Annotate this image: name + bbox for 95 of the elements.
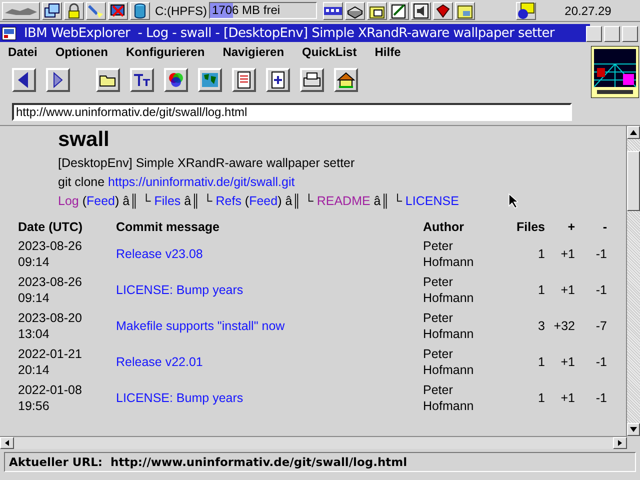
description: [DesktopEnv] Simple XRandR-aware wallpaper setter	[58, 155, 356, 172]
flashlight-icon[interactable]	[86, 2, 106, 20]
logo-picture-icon	[590, 44, 640, 99]
clock: 20.27.29	[564, 4, 612, 18]
commit-link[interactable]: LICENSE: Bump years	[116, 391, 244, 405]
add-page-icon[interactable]	[266, 68, 290, 92]
date-cell-text: 2022-01-21 20:14	[18, 346, 83, 379]
nav-link[interactable]: Feed	[86, 194, 115, 208]
color-wheel-icon[interactable]	[164, 68, 188, 92]
separator: ) â║ └	[115, 194, 152, 208]
minimize-button[interactable]	[604, 26, 620, 42]
column-header: +	[566, 219, 575, 236]
commit-link[interactable]: Release v23.08	[116, 247, 203, 261]
deletions-cell-text: -7	[594, 318, 607, 335]
lock-icon[interactable]	[64, 2, 84, 20]
font-icon[interactable]	[130, 68, 154, 92]
nav-link[interactable]: Refs	[216, 194, 242, 208]
separator: â║ └	[372, 194, 403, 208]
hide-button[interactable]	[586, 26, 602, 42]
clone-link[interactable]: https://uninformativ.de/git/swall.git	[108, 175, 295, 189]
menu-item[interactable]: Hilfe	[374, 45, 401, 59]
column-header: Author	[423, 219, 465, 236]
nav-link[interactable]: LICENSE	[405, 194, 459, 208]
window-title: IBM WebExplorer - Log - swall - [DesktopEnv] Simple XRandR-aware wallpaper setter	[24, 26, 554, 40]
drive-label: C:(HPFS)	[155, 4, 207, 18]
nav-link[interactable]: Files	[154, 194, 181, 208]
vertical-scrollbar[interactable]	[626, 126, 640, 436]
author-cell-text: Peter Hofmann	[423, 310, 475, 343]
drive-icon[interactable]	[345, 2, 365, 20]
separator: â║ └	[183, 194, 214, 208]
globe-icon[interactable]	[198, 68, 222, 92]
windows-icon[interactable]	[42, 2, 62, 20]
status-bar: Aktueller URL: http://www.uninformativ.de/git/swall/log.html	[4, 452, 636, 472]
maximize-button[interactable]	[622, 26, 638, 42]
files-cell-text: 1	[537, 282, 545, 299]
disk-space-label: 1706 MB frei	[211, 3, 280, 17]
date-cell-text: 2023-08-26 09:14	[18, 238, 83, 271]
column-header: -	[575, 218, 607, 236]
nav-link[interactable]: Log	[58, 194, 79, 208]
menu-item[interactable]: Optionen	[55, 45, 108, 59]
files-cell-text: 3	[537, 318, 545, 335]
document-icon[interactable]	[232, 68, 256, 92]
files-cell-text: 1	[537, 390, 545, 407]
menu-item[interactable]: QuickList	[302, 45, 357, 59]
speaker-icon[interactable]	[411, 2, 431, 20]
separator: (	[81, 194, 86, 208]
window-icon[interactable]	[2, 26, 16, 40]
clone-label: git clone	[58, 175, 105, 189]
menu-item[interactable]: Navigieren	[222, 45, 284, 59]
nav-link[interactable]: README	[316, 194, 370, 208]
files-cell-text: 1	[537, 354, 545, 371]
folder-icon[interactable]	[96, 68, 120, 92]
deletions-cell-text: -1	[594, 246, 607, 263]
shredder-icon[interactable]	[433, 2, 453, 20]
additions-cell-text: +1	[560, 282, 575, 299]
keyboard-icon[interactable]	[323, 2, 343, 20]
deletions-cell-text: -1	[594, 282, 607, 299]
files-cell-text: 1	[537, 246, 545, 263]
additions-cell-text: +1	[560, 390, 575, 407]
commit-link[interactable]: Makefile supports "install" now	[116, 319, 285, 333]
author-cell-text: Peter Hofmann	[423, 238, 475, 271]
column-header: Date (UTC)	[18, 219, 84, 236]
additions-cell-text: +32	[552, 318, 575, 335]
column-header: Commit message	[116, 218, 423, 236]
info-icon[interactable]	[516, 2, 536, 20]
nav-link[interactable]: Feed	[249, 194, 278, 208]
author-cell-text: Peter Hofmann	[423, 346, 475, 379]
deletions-cell-text: -1	[594, 390, 607, 407]
home-icon[interactable]	[334, 68, 358, 92]
logo-icon[interactable]	[2, 2, 40, 20]
page-heading: swall	[58, 127, 110, 153]
separator: (	[244, 194, 250, 208]
deletions-cell-text: -1	[594, 354, 607, 371]
additions-cell-text: +1	[560, 354, 575, 371]
menu-item[interactable]: Konfigurieren	[126, 45, 205, 59]
menu-item[interactable]: Datei	[8, 45, 38, 59]
author-cell-text: Peter Hofmann	[423, 382, 475, 415]
edit-icon[interactable]	[389, 2, 409, 20]
commit-link[interactable]: Release v22.01	[116, 355, 203, 369]
mouse-pointer-icon	[508, 193, 518, 209]
address-field[interactable]: http://www.uninformativ.de/git/swall/log.html	[12, 103, 572, 121]
folder-icon[interactable]	[367, 2, 387, 20]
author-cell-text: Peter Hofmann	[423, 274, 475, 307]
folder-icon[interactable]	[455, 2, 475, 20]
date-cell-text: 2023-08-20 13:04	[18, 310, 83, 343]
column-header: Files	[516, 219, 545, 236]
horizontal-scrollbar[interactable]	[0, 436, 627, 449]
date-cell-text: 2022-01-08 19:56	[18, 382, 83, 415]
commit-link[interactable]: LICENSE: Bump years	[116, 283, 244, 297]
date-cell-text: 2023-08-26 09:14	[18, 274, 83, 307]
monitor-icon[interactable]	[108, 2, 128, 20]
scroll-thumb[interactable]	[627, 151, 640, 211]
separator: ) â║ └	[278, 194, 314, 208]
additions-cell-text: +1	[560, 246, 575, 263]
print-icon[interactable]	[300, 68, 324, 92]
